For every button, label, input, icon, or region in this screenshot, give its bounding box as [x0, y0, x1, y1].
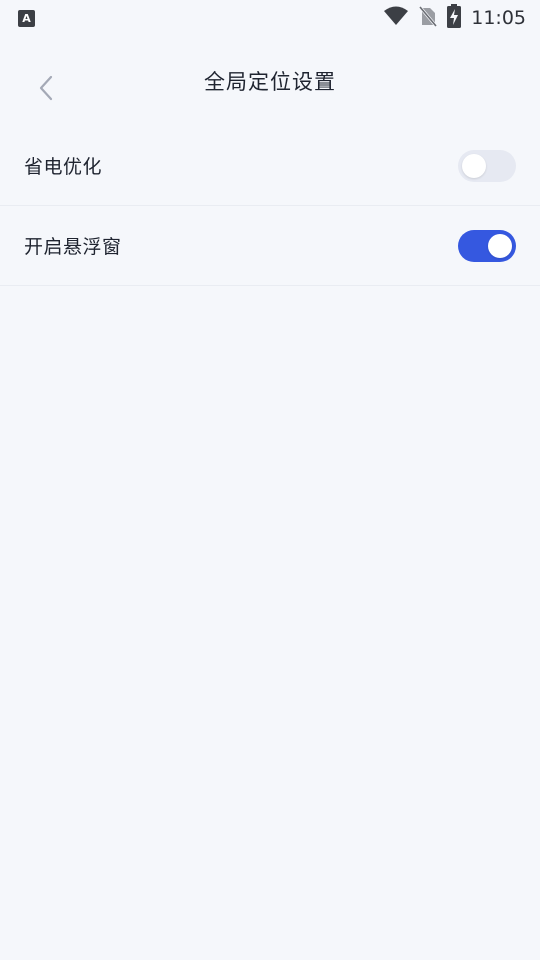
- status-bar: A 11:05: [0, 0, 540, 36]
- status-left: A: [18, 9, 35, 27]
- chevron-left-icon: [38, 74, 54, 106]
- toggle-knob: [462, 153, 486, 178]
- toggle-knob: [488, 233, 512, 258]
- page-title: 全局定位设置: [204, 70, 336, 94]
- setting-label: 开启悬浮窗: [24, 236, 122, 258]
- setting-row-floating-window: 开启悬浮窗: [0, 206, 540, 286]
- battery-charging-icon: [447, 4, 462, 32]
- power-saving-toggle[interactable]: [458, 149, 516, 182]
- wifi-icon: [383, 5, 409, 31]
- header: 全局定位设置: [0, 36, 540, 142]
- no-sim-icon: [419, 5, 438, 31]
- status-time: 11:05: [471, 7, 526, 29]
- back-button[interactable]: [26, 72, 66, 108]
- settings-list: 省电优化 开启悬浮窗: [0, 126, 540, 286]
- notification-app-icon: A: [18, 9, 35, 27]
- status-right: 11:05: [383, 4, 526, 32]
- floating-window-toggle[interactable]: [458, 229, 516, 262]
- setting-label: 省电优化: [24, 156, 103, 178]
